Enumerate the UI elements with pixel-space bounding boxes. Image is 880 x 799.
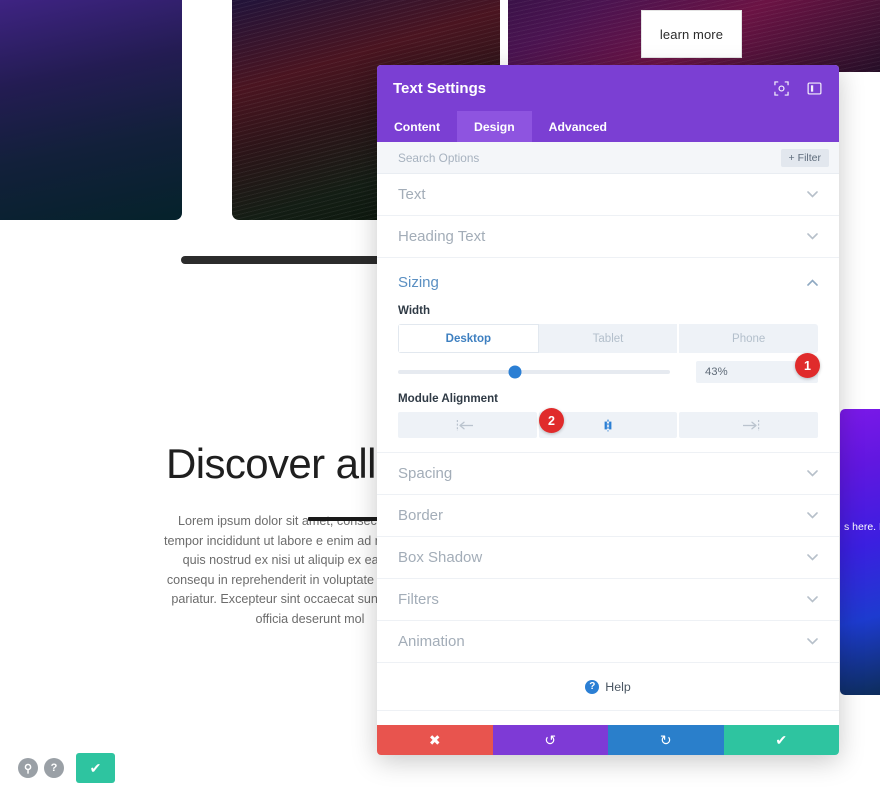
callout-badge-2: 2 [539, 408, 564, 433]
help-row[interactable]: ? Help [377, 663, 839, 711]
section-box-shadow[interactable]: Box Shadow [377, 537, 839, 579]
section-heading-text[interactable]: Heading Text [377, 216, 839, 258]
section-animation-label: Animation [398, 633, 465, 650]
cancel-button[interactable]: ✖ [377, 725, 493, 755]
focus-target-icon[interactable] [773, 80, 790, 97]
chevron-down-icon [806, 510, 818, 522]
question-mark-icon: ? [585, 679, 600, 694]
gradient-side-card: s here. Edit f this conte [840, 409, 880, 695]
modal-tab-bar: Content Design Advanced [377, 111, 839, 142]
width-slider-row: 43% [398, 361, 818, 383]
callout-badge-1: 1 [795, 353, 820, 378]
learn-more-button[interactable]: learn more [641, 10, 742, 58]
device-breakpoint-tabs: Desktop Tablet Phone [398, 324, 818, 353]
section-text-label: Text [398, 186, 426, 203]
chevron-up-icon [806, 276, 818, 288]
redo-button[interactable]: ↻ [608, 725, 724, 755]
modal-body: Text Heading Text Sizing Width Desktop T… [377, 174, 839, 725]
modal-header: Text Settings [377, 65, 839, 111]
chevron-down-icon [806, 594, 818, 606]
chevron-down-icon [806, 468, 818, 480]
section-filters[interactable]: Filters [377, 579, 839, 621]
search-options-bar: + Filter [377, 142, 839, 174]
section-spacing[interactable]: Spacing [377, 453, 839, 495]
check-icon[interactable]: ✔ [76, 753, 115, 783]
help-label: Help [605, 679, 631, 694]
width-slider[interactable] [398, 365, 670, 379]
width-slider-thumb[interactable] [508, 365, 522, 379]
search-input[interactable] [398, 150, 781, 165]
filter-button-label: Filter [797, 151, 821, 164]
tab-advanced[interactable]: Advanced [532, 111, 624, 142]
section-spacing-label: Spacing [398, 465, 453, 482]
align-right-icon[interactable] [679, 412, 819, 438]
width-field-label: Width [398, 304, 431, 317]
undo-button[interactable]: ↺ [492, 725, 608, 755]
tab-design[interactable]: Design [457, 111, 532, 142]
section-heading-text-label: Heading Text [398, 228, 486, 245]
device-tab-phone[interactable]: Phone [679, 324, 818, 353]
modal-footer: ✖ ↺ ↻ ✔ [377, 725, 839, 755]
help-icon[interactable]: ? [44, 758, 64, 778]
hero-image-card-left [0, 0, 182, 220]
chevron-down-icon [806, 636, 818, 648]
chevron-down-icon [806, 189, 818, 201]
module-alignment-label: Module Alignment [398, 392, 499, 405]
modal-title: Text Settings [393, 79, 487, 97]
panel-layout-icon[interactable] [806, 80, 823, 97]
section-sizing-label: Sizing [398, 273, 439, 291]
section-filters-label: Filters [398, 591, 439, 608]
section-sizing[interactable]: Sizing [377, 258, 839, 300]
search-icon[interactable]: ⚲ [18, 758, 38, 778]
section-box-shadow-label: Box Shadow [398, 549, 483, 566]
align-left-icon[interactable] [398, 412, 537, 438]
section-text[interactable]: Text [377, 174, 839, 216]
modal-header-icons [773, 80, 823, 97]
chevron-down-icon [806, 231, 818, 243]
screenshot-root: learn more Discover all ou Lorem ipsum d… [0, 0, 880, 799]
device-tab-tablet[interactable]: Tablet [539, 324, 680, 353]
chevron-down-icon [806, 552, 818, 564]
tab-content[interactable]: Content [377, 111, 457, 142]
text-settings-modal: Text Settings Content Design Advanced Se… [377, 65, 839, 755]
floating-action-bar: ⚲ ? ✔ [18, 753, 115, 783]
save-button[interactable]: ✔ [723, 725, 839, 755]
device-tab-desktop[interactable]: Desktop [398, 324, 539, 353]
section-animation[interactable]: Animation [377, 621, 839, 663]
module-alignment-options [398, 412, 819, 438]
sizing-section-body: Width Desktop Tablet Phone 43% Module Al… [377, 300, 839, 453]
section-border-label: Border [398, 507, 444, 524]
filter-button[interactable]: + Filter [780, 148, 829, 167]
gradient-card-text: s here. Edit f this conte [844, 521, 880, 533]
section-border[interactable]: Border [377, 495, 839, 537]
plus-icon: + [788, 151, 795, 164]
